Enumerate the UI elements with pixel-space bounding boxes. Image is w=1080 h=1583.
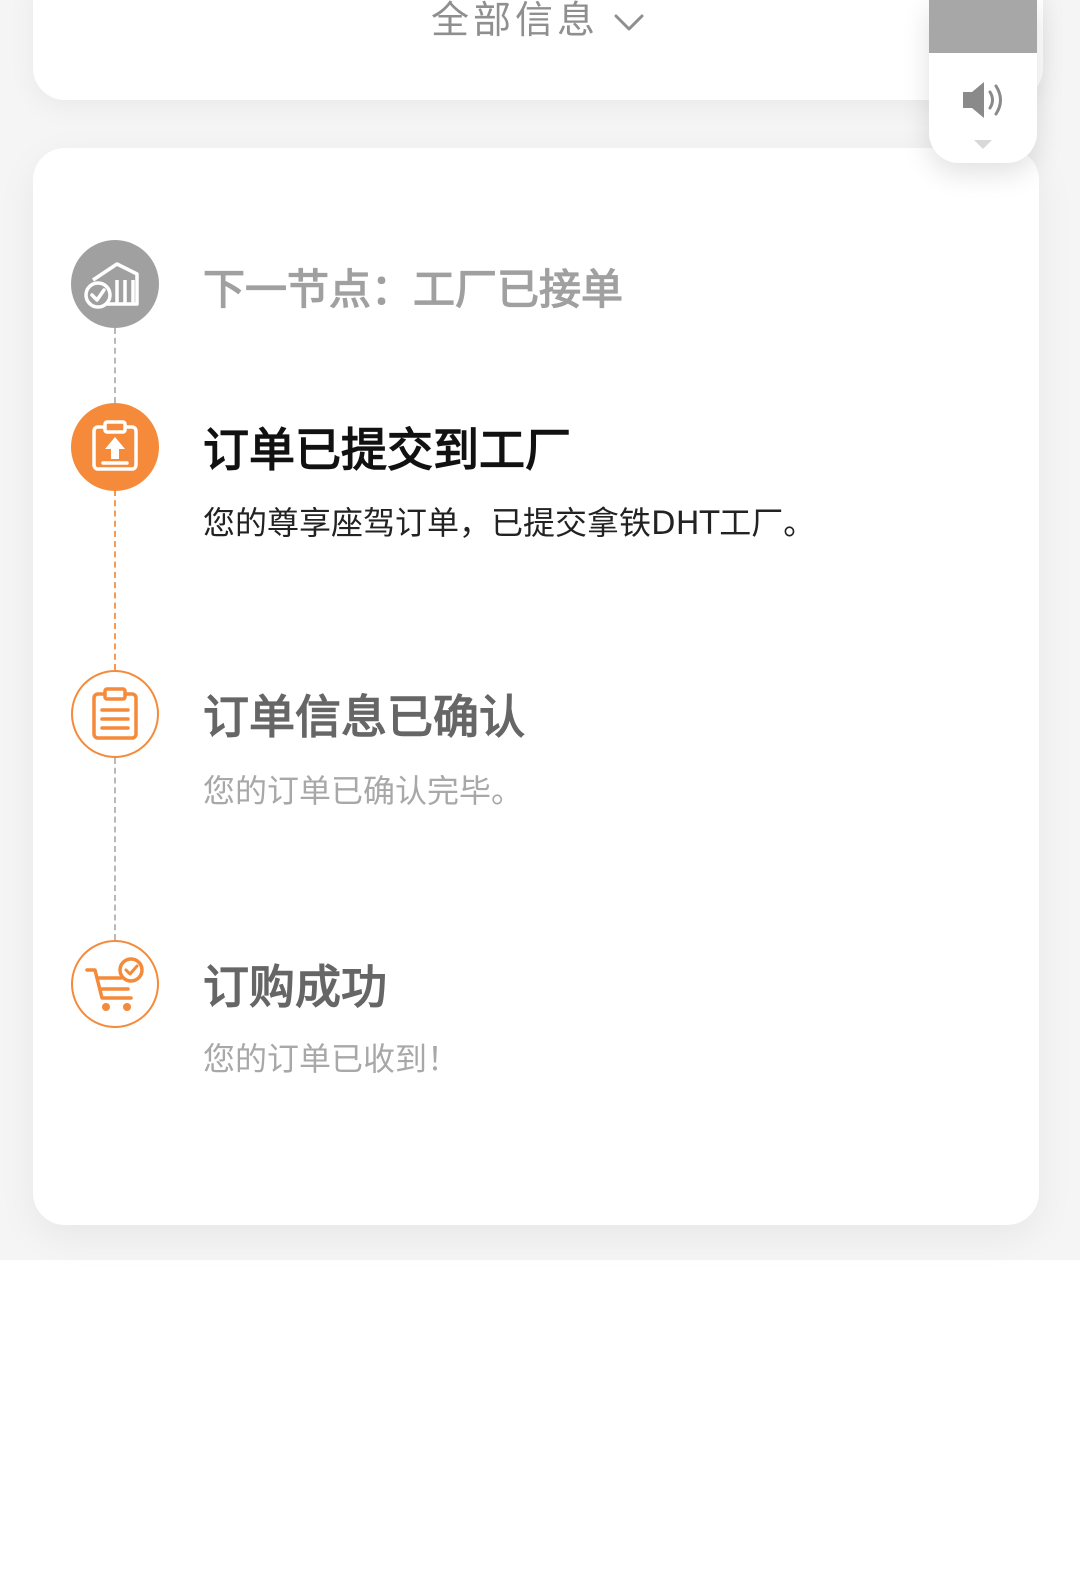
speaker-icon[interactable] [960,78,1008,126]
audio-widget-header [929,0,1037,53]
info-header-card: 全部信息 [33,0,1043,100]
timeline-connector [114,758,116,940]
step-description: 您的订单已收到！ [203,1040,460,1078]
page-bottom-area [0,1260,1080,1583]
step-title: 订单信息已确认 [203,690,525,744]
clipboard-upload-icon [71,403,159,491]
next-node-label: 下一节点：工厂已接单 [203,265,624,314]
all-info-label: 全部信息 [430,0,599,42]
clipboard-list-icon [71,670,159,758]
order-timeline-card: 下一节点：工厂已接单 订单已提交到工厂 您的尊享座驾订单，已提交拿铁DHT工厂。… [33,148,1039,1225]
step-title: 订单已提交到工厂 [203,423,571,477]
caret-down-icon [974,135,992,154]
all-info-toggle[interactable]: 全部信息 [33,0,1043,46]
timeline-connector [114,490,116,670]
chevron-down-icon [613,0,645,46]
timeline-connector [114,328,116,403]
factory-check-icon [71,240,159,328]
cart-check-icon [71,940,159,1028]
audio-widget[interactable] [929,0,1037,163]
step-description: 您的订单已确认完毕。 [203,772,524,810]
step-description: 您的尊享座驾订单，已提交拿铁DHT工厂。 [203,504,816,542]
step-title: 订购成功 [203,960,387,1014]
